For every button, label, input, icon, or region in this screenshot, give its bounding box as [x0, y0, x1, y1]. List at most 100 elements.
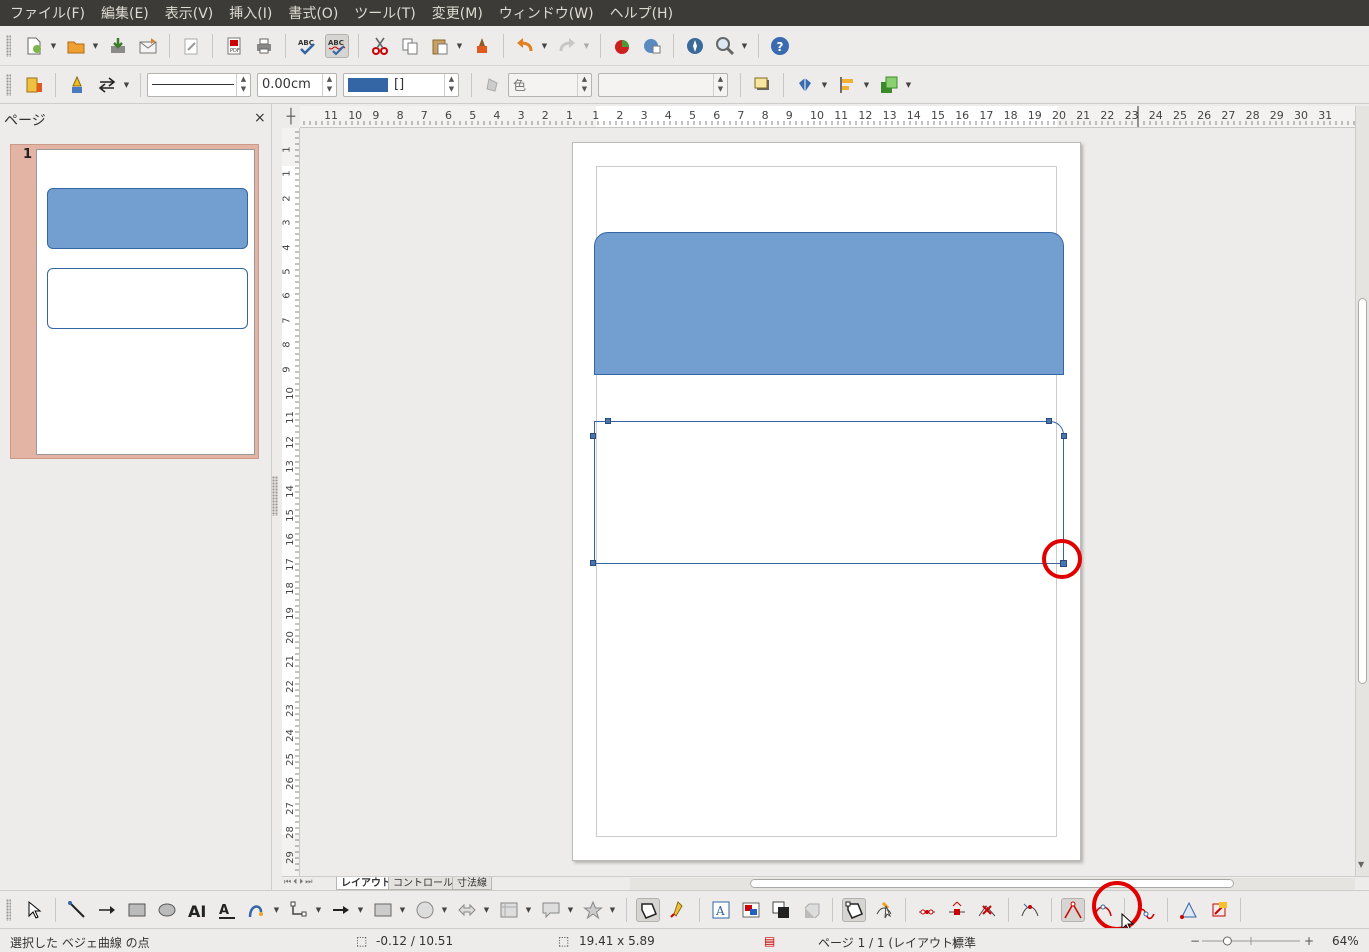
line-icon[interactable]: [65, 898, 89, 922]
points-icon[interactable]: [636, 897, 660, 922]
autospellcheck-icon[interactable]: ABC: [325, 33, 349, 58]
bezier-point-handle[interactable]: [590, 433, 596, 439]
callouts-dropdown[interactable]: ▼: [566, 898, 575, 922]
vertical-scrollbar[interactable]: ▼: [1355, 106, 1369, 876]
arrange-icon[interactable]: [769, 898, 793, 922]
connector-dropdown[interactable]: ▼: [314, 898, 323, 922]
menu-item-4[interactable]: 書式(O): [280, 3, 346, 23]
lines-arrows-icon[interactable]: [329, 898, 353, 922]
symbol-shapes-icon[interactable]: [413, 898, 437, 922]
corner-point-icon[interactable]: [1061, 897, 1085, 922]
menu-item-6[interactable]: 変更(M): [424, 3, 491, 23]
move-points-icon[interactable]: [872, 898, 896, 922]
gallery-icon[interactable]: [739, 898, 763, 922]
menu-item-5[interactable]: ツール(T): [346, 3, 423, 23]
zoom-slider[interactable]: − +: [1190, 933, 1320, 949]
convert-curve-icon[interactable]: [1018, 898, 1042, 922]
vertical-ruler[interactable]: 1 1 2 3 4 5 6 7 8 9 10 11 12 13 14 15 16 17 18 19 20 21 22 23 24…: [282, 128, 300, 876]
help-icon[interactable]: ?: [768, 34, 792, 58]
rectangle-icon[interactable]: [125, 898, 149, 922]
zoom-dropdown[interactable]: ▼: [740, 34, 749, 58]
rotate-dropdown[interactable]: ▼: [820, 73, 829, 97]
arrange-dropdown[interactable]: ▼: [904, 73, 913, 97]
fontwork-text-icon[interactable]: AI: [185, 898, 209, 922]
area-fill-select[interactable]: ▲ ▼: [598, 72, 728, 97]
points-mode-icon[interactable]: [842, 897, 866, 922]
page-thumbnail[interactable]: 1: [10, 144, 259, 459]
toolbar-grip[interactable]: [6, 898, 11, 921]
document-modified-icon[interactable]: ▤: [764, 934, 775, 948]
basic-shapes-dropdown[interactable]: ▼: [398, 898, 407, 922]
horizontal-ruler[interactable]: 11 10 9 8 7 6 5 4 3 2 1 1 2 3 4 5 6 7 8 9 10 11 12 13 14 15 16 17 18…: [300, 106, 1355, 128]
spellcheck-icon[interactable]: ABC: [295, 34, 319, 58]
new-document-icon[interactable]: [22, 34, 46, 58]
vertical-scroll-thumb[interactable]: [1358, 298, 1367, 684]
page-sheet[interactable]: [572, 142, 1081, 861]
bezier-point-handle[interactable]: [605, 418, 611, 424]
arrow-style-dropdown[interactable]: ▼: [122, 73, 131, 97]
export-pdf-icon[interactable]: PDF: [222, 34, 246, 58]
ruler-origin[interactable]: ┼: [282, 106, 300, 128]
close-icon[interactable]: ×: [254, 110, 266, 126]
toolbar-grip[interactable]: [6, 73, 11, 96]
toolbar-grip[interactable]: [6, 34, 11, 57]
bezier-point-handle[interactable]: [590, 560, 596, 566]
stars-icon[interactable]: [581, 898, 605, 922]
save-icon[interactable]: [106, 34, 130, 58]
menu-item-8[interactable]: ヘルプ(H): [602, 3, 681, 23]
open-folder-icon[interactable]: [64, 34, 88, 58]
basic-shapes-icon[interactable]: [371, 898, 395, 922]
clone-formatting-icon[interactable]: [470, 34, 494, 58]
horizontal-scrollbar[interactable]: [630, 878, 1355, 890]
menu-item-0[interactable]: ファイル(F): [2, 3, 93, 23]
styles-formatting-icon[interactable]: [22, 73, 46, 97]
line-icon[interactable]: [65, 73, 89, 97]
open-dropdown[interactable]: ▼: [91, 34, 100, 58]
text-frame-icon[interactable]: A: [709, 898, 733, 922]
block-arrows-icon[interactable]: [455, 898, 479, 922]
pane-splitter[interactable]: [272, 476, 278, 516]
select-icon[interactable]: [22, 898, 46, 922]
zoom-icon[interactable]: [713, 34, 737, 58]
shadow-icon[interactable]: [750, 73, 774, 97]
tab-layout[interactable]: レイアウト: [336, 877, 396, 890]
email-icon[interactable]: [136, 34, 160, 58]
navigator-icon[interactable]: [683, 34, 707, 58]
stars-dropdown[interactable]: ▼: [608, 898, 617, 922]
align-dropdown[interactable]: ▼: [862, 73, 871, 97]
copy-icon[interactable]: [398, 34, 422, 58]
paste-icon[interactable]: [428, 34, 452, 58]
undo-dropdown[interactable]: ▼: [540, 34, 549, 58]
scroll-down-arrow[interactable]: ▼: [1358, 860, 1368, 869]
status-zoom[interactable]: 64%: [1332, 934, 1359, 948]
filled-rounded-rectangle[interactable]: [594, 232, 1064, 375]
menu-item-1[interactable]: 編集(E): [93, 3, 157, 23]
chart-icon[interactable]: [610, 34, 634, 58]
edit-file-icon[interactable]: [179, 34, 203, 58]
callouts-icon[interactable]: [539, 898, 563, 922]
redo-dropdown[interactable]: ▼: [582, 34, 591, 58]
bezier-point-handle[interactable]: [1046, 418, 1052, 424]
close-bezier-icon[interactable]: [1177, 898, 1201, 922]
delete-points-icon[interactable]: [945, 898, 969, 922]
selected-bezier-shape[interactable]: [594, 421, 1064, 564]
arrow-style-icon[interactable]: [95, 73, 119, 97]
print-icon[interactable]: [252, 34, 276, 58]
connector-icon[interactable]: [287, 898, 311, 922]
tab-dimension-lines[interactable]: 寸法線: [452, 877, 492, 890]
line-width-field[interactable]: 0.00cm ▲ ▼: [257, 72, 337, 97]
ellipse-icon[interactable]: [155, 898, 179, 922]
area-style-select[interactable]: 色 ▲ ▼: [508, 72, 592, 97]
flowchart-dropdown[interactable]: ▼: [524, 898, 533, 922]
align-icon[interactable]: [835, 73, 859, 97]
lines-arrows-dropdown[interactable]: ▼: [356, 898, 365, 922]
drawing-workspace[interactable]: [300, 128, 1355, 876]
cut-icon[interactable]: [368, 34, 392, 58]
rotate-icon[interactable]: [793, 73, 817, 97]
bezier-point-handle[interactable]: [1061, 433, 1067, 439]
undo-icon[interactable]: [513, 34, 537, 58]
curve-dropdown[interactable]: ▼: [272, 898, 281, 922]
redo-icon[interactable]: [555, 34, 579, 58]
arrow-line-icon[interactable]: [95, 898, 119, 922]
curve-icon[interactable]: [245, 898, 269, 922]
